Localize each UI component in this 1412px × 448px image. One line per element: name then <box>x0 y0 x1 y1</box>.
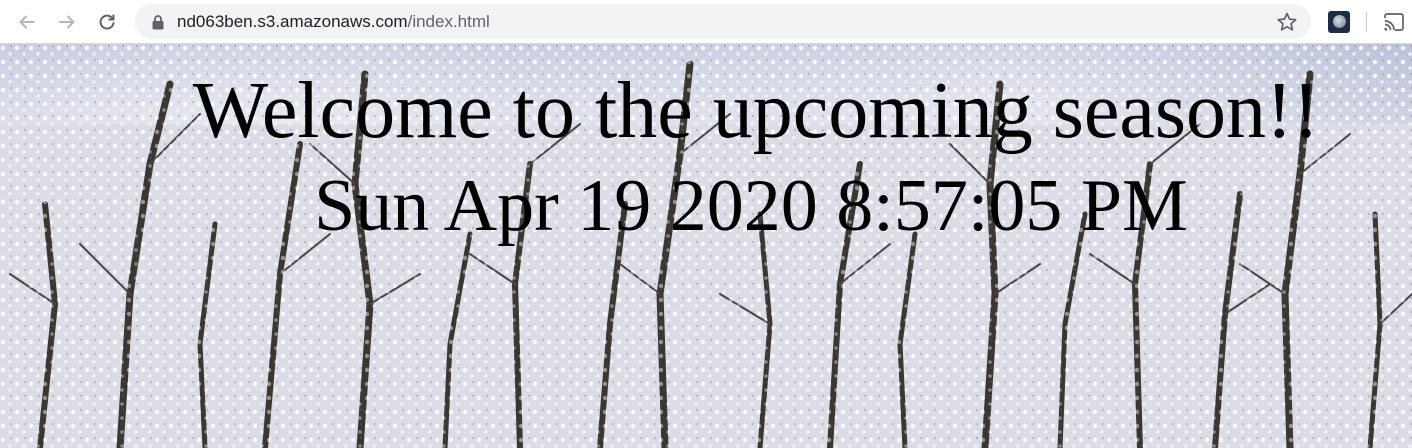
url-host: nd063ben.s3.amazonaws.com <box>177 12 408 31</box>
moon-extension-icon[interactable] <box>1328 11 1350 33</box>
url-path: /index.html <box>407 12 490 31</box>
toolbar-divider <box>1366 12 1367 32</box>
page-content: Welcome to the upcoming season!! Sun Apr… <box>0 44 1412 448</box>
star-icon[interactable] <box>1276 11 1298 33</box>
datetime-text: Sun Apr 19 2020 8:57:05 PM <box>314 165 1188 247</box>
reload-icon <box>99 14 115 30</box>
forward-button[interactable] <box>52 7 82 37</box>
url-text[interactable]: nd063ben.s3.amazonaws.com/index.html <box>177 4 490 39</box>
cast-icon[interactable] <box>1383 12 1405 32</box>
moon-glyph <box>1333 15 1346 28</box>
arrow-left-icon <box>19 15 35 29</box>
lock-icon[interactable] <box>151 14 165 30</box>
welcome-heading: Welcome to the upcoming season!! <box>192 67 1320 155</box>
back-button[interactable] <box>12 7 42 37</box>
arrow-right-icon <box>59 15 75 29</box>
reload-button[interactable] <box>92 7 122 37</box>
address-bar[interactable]: nd063ben.s3.amazonaws.com/index.html <box>135 4 1311 39</box>
browser-toolbar: nd063ben.s3.amazonaws.com/index.html <box>0 0 1412 44</box>
